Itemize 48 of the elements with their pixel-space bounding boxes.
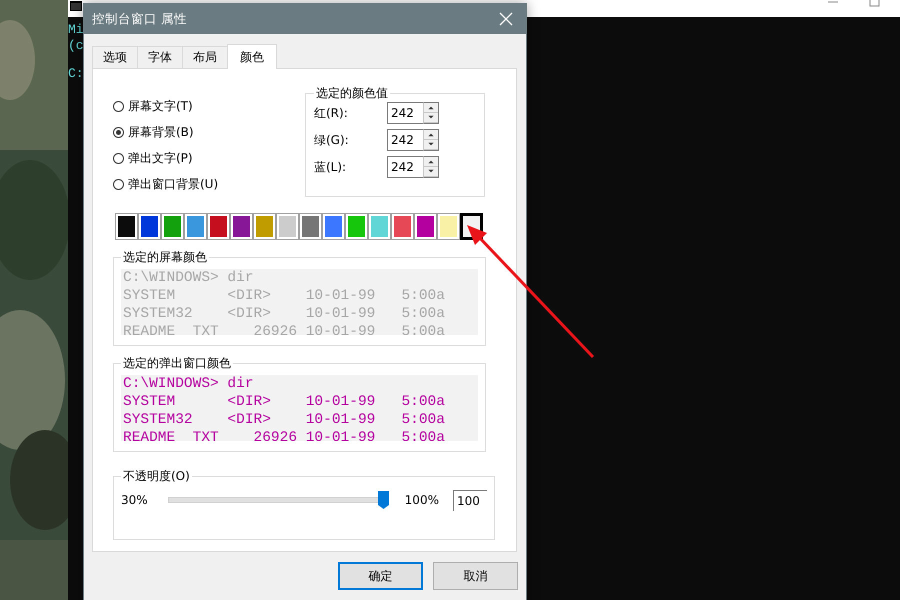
radio-button[interactable]	[113, 179, 124, 190]
number-field[interactable]: 242	[387, 156, 423, 178]
window-title: 控制台窗口 属性	[92, 10, 188, 28]
console-text: C:	[68, 66, 84, 82]
tab[interactable]: 颜色	[227, 44, 277, 69]
tab[interactable]: 选项	[92, 46, 138, 68]
maximize-icon[interactable]	[869, 0, 880, 8]
field-label: 红(R):	[314, 104, 349, 122]
group-title: 选定的颜色值	[315, 85, 389, 102]
down-icon[interactable]	[424, 113, 438, 123]
field-label: 蓝(L):	[314, 158, 348, 176]
radio-button[interactable]	[113, 101, 124, 112]
console-text: (c	[68, 38, 84, 54]
up-icon[interactable]	[424, 103, 438, 113]
down-icon[interactable]	[424, 167, 438, 177]
min-label: 30%	[121, 493, 148, 507]
preview-text: C:\WINDOWS> dir	[123, 269, 255, 287]
number-field[interactable]: 242	[387, 129, 423, 151]
console-icon	[70, 1, 82, 11]
slider-thumb[interactable]	[378, 491, 389, 509]
preview-text: README TXT 26926 10-01-99 5:00a	[123, 323, 446, 335]
preview-text: README TXT 26926 10-01-99 5:00a	[123, 429, 446, 441]
radio-button[interactable]	[113, 153, 124, 164]
up-icon[interactable]	[424, 157, 438, 167]
slider[interactable]	[168, 491, 389, 509]
preview-text: SYSTEM <DIR> 10-01-99 5:00a	[123, 393, 446, 411]
group-title: 选定的屏幕颜色	[122, 249, 208, 266]
up-icon[interactable]	[424, 130, 438, 140]
console-text: Mi	[68, 22, 84, 38]
radio-label[interactable]: 屏幕背景(B)	[128, 124, 194, 141]
max-label: 100%	[404, 493, 439, 507]
radio-label[interactable]: 弹出文字(P)	[128, 150, 193, 167]
dialog-button[interactable]: 确定	[338, 562, 423, 590]
group-title: 选定的弹出窗口颜色	[122, 355, 232, 372]
preview-text: SYSTEM32 <DIR> 10-01-99 5:00a	[123, 411, 446, 429]
radio-label[interactable]: 弹出窗口背景(U)	[128, 176, 218, 193]
number-field[interactable]: 242	[387, 102, 423, 124]
opacity-field[interactable]: 100	[452, 490, 487, 510]
preview-text: SYSTEM <DIR> 10-01-99 5:00a	[123, 287, 446, 305]
dialog-button[interactable]: 取消	[433, 562, 518, 590]
field-label: 绿(G):	[314, 132, 350, 148]
close-icon[interactable]	[498, 11, 514, 27]
down-icon[interactable]	[424, 140, 438, 150]
preview-text: C:\WINDOWS> dir	[123, 375, 255, 393]
radio-label[interactable]: 屏幕文字(T)	[128, 98, 193, 115]
group-title: 不透明度(O)	[122, 468, 191, 485]
radio-button[interactable]	[113, 127, 124, 138]
preview-text: SYSTEM32 <DIR> 10-01-99 5:00a	[123, 305, 446, 323]
